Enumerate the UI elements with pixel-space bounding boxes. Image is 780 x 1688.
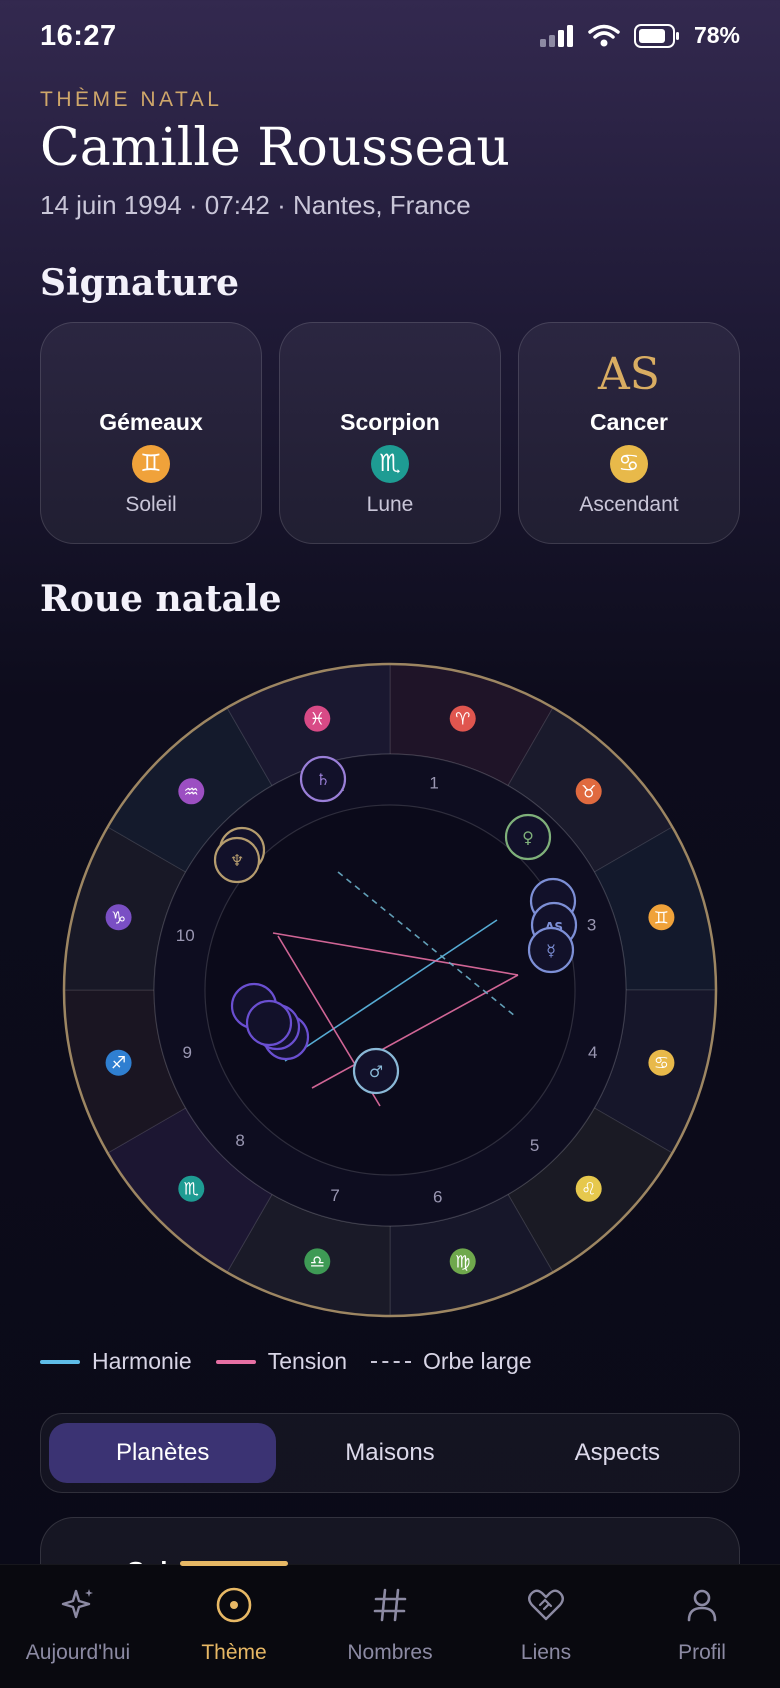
zodiac-sign-icon: ♈ bbox=[455, 710, 470, 730]
house-number: 8 bbox=[235, 1131, 244, 1150]
ascendant-mark: AS bbox=[598, 349, 660, 400]
sign-role: Ascendant bbox=[579, 493, 679, 516]
nav-label: Aujourd'hui bbox=[25, 1641, 131, 1664]
zodiac-sign-icon: ♒ bbox=[184, 782, 199, 802]
zodiac-sign-icon: ♋ bbox=[654, 1054, 669, 1074]
nav-label: Liens bbox=[520, 1641, 572, 1664]
aspect-legend: Harmonie Tension Orbe large bbox=[40, 1348, 532, 1375]
zodiac-sign-icon: ♑ bbox=[111, 908, 126, 928]
signature-cards: Gémeaux ♊ Soleil Scorpion ♏ Lune AS Canc… bbox=[40, 322, 740, 544]
zodiac-sign-icon: ♌ bbox=[581, 1180, 596, 1200]
house-number: 7 bbox=[330, 1186, 339, 1205]
tension-line-swatch bbox=[215, 1359, 256, 1364]
zodiac-sign-icon: ♐ bbox=[111, 1054, 126, 1074]
planet-marker bbox=[245, 999, 293, 1047]
nav-item-numbers[interactable]: Nombres bbox=[312, 1565, 468, 1688]
zodiac-sign-icon: ♎ bbox=[310, 1252, 325, 1272]
tab-houses[interactable]: Maisons bbox=[276, 1423, 503, 1483]
heart-handshake-icon bbox=[528, 1589, 564, 1621]
nav-item-profile[interactable]: Profil bbox=[624, 1565, 780, 1688]
status-time: 16:27 bbox=[40, 20, 117, 52]
scorpio-icon: ♏ bbox=[371, 445, 409, 483]
sparkle-icon bbox=[61, 1589, 93, 1619]
segmented-tabs: Planètes Maisons Aspects bbox=[40, 1413, 740, 1493]
zodiac-sign-icon: ♏ bbox=[184, 1180, 199, 1200]
house-number: 1 bbox=[429, 774, 438, 793]
sign-role: Lune bbox=[366, 493, 414, 516]
nav-label: Thème bbox=[201, 1641, 267, 1664]
house-number: 9 bbox=[183, 1043, 192, 1062]
planet-glyph-icon: ☿ bbox=[546, 941, 556, 960]
natal-wheel-title: Roue natale bbox=[40, 578, 282, 620]
nav-item-links[interactable]: Liens bbox=[468, 1565, 624, 1688]
battery-icon bbox=[633, 23, 679, 48]
planet-glyph-icon: ♆ bbox=[230, 851, 244, 870]
tab-aspects[interactable]: Aspects bbox=[504, 1423, 731, 1483]
zodiac-sign-icon: ♍ bbox=[455, 1252, 470, 1272]
legend-label: Orbe large bbox=[423, 1348, 532, 1374]
sign-name: Gémeaux bbox=[99, 409, 203, 435]
legend-tension: Tension bbox=[215, 1348, 347, 1375]
hashtag-icon bbox=[373, 1588, 407, 1622]
tab-planets[interactable]: Planètes bbox=[49, 1423, 277, 1483]
signature-card-ascendant[interactable]: AS Cancer ♋ Ascendant bbox=[518, 322, 740, 544]
house-number: 3 bbox=[587, 915, 596, 934]
wifi-icon bbox=[588, 24, 620, 46]
planet-glyph-icon: ♄ bbox=[316, 770, 330, 789]
active-tab-indicator bbox=[180, 1561, 288, 1566]
nav-item-theme[interactable]: Thème bbox=[156, 1561, 312, 1688]
signature-title: Signature bbox=[40, 262, 240, 304]
status-icons: 78% bbox=[539, 22, 740, 49]
signature-card-sun[interactable]: Gémeaux ♊ Soleil bbox=[40, 322, 262, 544]
legend-label: Tension bbox=[267, 1348, 347, 1374]
house-number: 6 bbox=[433, 1188, 442, 1207]
person-icon bbox=[687, 1589, 717, 1622]
birth-details: 14 juin 1994 · 07:42 · Nantes, France bbox=[40, 190, 471, 220]
sign-name: Cancer bbox=[590, 409, 668, 435]
sun-circle-icon bbox=[216, 1587, 252, 1623]
signature-card-moon[interactable]: Scorpion ♏ Lune bbox=[279, 322, 501, 544]
nav-label: Nombres bbox=[347, 1641, 433, 1664]
zodiac-sign-icon: ♓ bbox=[310, 710, 325, 730]
bottom-nav: Aujourd'hui Thème Nombres Liens Profil bbox=[0, 1561, 780, 1688]
cancer-icon: ♋ bbox=[610, 445, 648, 483]
legend-wide-orb: Orbe large bbox=[371, 1348, 532, 1375]
harmony-line-swatch bbox=[40, 1359, 80, 1364]
legend-label: Harmonie bbox=[92, 1348, 192, 1374]
house-number: 10 bbox=[176, 926, 195, 945]
wide-orb-line-swatch bbox=[371, 1360, 411, 1363]
signal-icon bbox=[539, 24, 573, 47]
natal-wheel-chart[interactable]: ♈♉♊♋♌♍♎♏♐♑♒♓123456789101112♄♀♆AS☿♂ bbox=[0, 650, 780, 1330]
battery-percent: 78% bbox=[693, 22, 740, 48]
status-bar: 16:27 78% bbox=[0, 0, 780, 76]
zodiac-sign-icon: ♊ bbox=[654, 908, 669, 928]
page-title: Camille Rousseau bbox=[40, 118, 510, 178]
sign-role: Soleil bbox=[125, 493, 177, 516]
zodiac-sign-icon: ♉ bbox=[581, 782, 596, 802]
nav-item-today[interactable]: Aujourd'hui bbox=[0, 1565, 156, 1688]
gemini-icon: ♊ bbox=[132, 445, 170, 483]
natal-wheel[interactable]: ♈♉♊♋♌♍♎♏♐♑♒♓123456789101112♄♀♆AS☿♂ bbox=[0, 650, 780, 1330]
planet-glyph-icon: ♀ bbox=[522, 828, 534, 847]
nav-label: Profil bbox=[678, 1641, 726, 1664]
house-number: 4 bbox=[588, 1043, 597, 1062]
house-number: 5 bbox=[530, 1136, 539, 1155]
legend-harmony: Harmonie bbox=[40, 1348, 192, 1375]
page-eyebrow: THÈME NATAL bbox=[40, 88, 223, 111]
planet-glyph-icon: ♂ bbox=[369, 1062, 383, 1081]
sign-name: Scorpion bbox=[340, 409, 440, 435]
